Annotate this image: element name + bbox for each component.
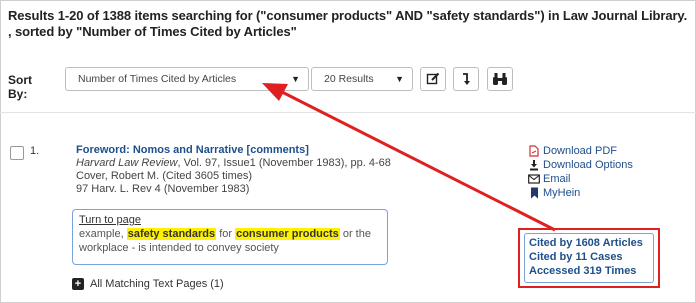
search-snippet: Turn to page example, safety standards f…	[72, 209, 388, 265]
cited-by-articles-link[interactable]: Cited by 1608 Articles	[529, 236, 649, 250]
cited-by-cases-link[interactable]: Cited by 11 Cases	[529, 250, 649, 264]
result-author: Cover, Robert M. (Cited 3605 times)	[76, 170, 253, 182]
download-pdf-link[interactable]: Download PDF	[527, 144, 633, 158]
find-button[interactable]	[487, 67, 513, 91]
sort-by-label: Sort By:	[8, 73, 32, 101]
download-icon	[527, 159, 541, 171]
snippet-text-pre: example,	[79, 228, 127, 240]
results-header: Results 1-20 of 1388 items searching for…	[8, 8, 688, 39]
sort-order-icon	[463, 73, 470, 85]
result-number: 1.	[30, 145, 40, 157]
turn-to-page-link[interactable]: Turn to page	[79, 214, 141, 226]
sort-order-button[interactable]	[453, 67, 479, 91]
result-item: Foreword: Nomos and Narrative [comments]…	[76, 144, 416, 196]
download-options-link[interactable]: Download Options	[527, 158, 633, 172]
journal-name: Harvard Law Review	[76, 157, 178, 169]
binoculars-icon	[493, 73, 507, 85]
result-citation: 97 Harv. L. Rev 4 (November 1983)	[76, 183, 250, 195]
snippet-text-mid: for	[216, 228, 236, 240]
edit-icon	[426, 72, 440, 85]
myhein-link[interactable]: MyHein	[527, 186, 633, 200]
divider	[0, 112, 696, 113]
result-journal: Harvard Law Review, Vol. 97, Issue1 (Nov…	[76, 157, 416, 170]
download-pdf-label: Download PDF	[543, 145, 617, 157]
download-options-label: Download Options	[543, 159, 633, 171]
email-link[interactable]: Email	[527, 172, 633, 186]
plus-icon: +	[72, 278, 84, 290]
highlight-consumer-products: consumer products	[235, 228, 340, 240]
select-result-checkbox[interactable]	[10, 146, 24, 160]
all-matching-pages-label: All Matching Text Pages (1)	[90, 278, 224, 290]
myhein-label: MyHein	[543, 187, 581, 199]
pdf-icon	[527, 145, 541, 157]
sort-select[interactable]: Number of Times Cited by Articles ▼	[65, 67, 309, 91]
journal-details: , Vol. 97, Issue1 (November 1983), pp. 4…	[177, 157, 391, 169]
results-per-page-select[interactable]: 20 Results ▼	[311, 67, 413, 91]
annotation-highlight-box: Cited by 1608 Articles Cited by 11 Cases…	[518, 228, 660, 288]
sort-select-value: Number of Times Cited by Articles	[78, 73, 237, 85]
citation-counts: Cited by 1608 Articles Cited by 11 Cases…	[524, 233, 654, 283]
chevron-down-icon: ▼	[291, 74, 300, 84]
envelope-icon	[527, 174, 541, 184]
results-per-page-value: 20 Results	[324, 73, 374, 85]
email-label: Email	[543, 173, 571, 185]
bookmark-icon	[527, 187, 541, 199]
result-title-link[interactable]: Foreword: Nomos and Narrative [comments]	[76, 144, 416, 157]
edit-button[interactable]	[420, 67, 446, 91]
highlight-safety-standards: safety standards	[126, 228, 217, 240]
accessed-count: Accessed 319 Times	[529, 265, 637, 277]
chevron-down-icon: ▼	[395, 74, 404, 84]
all-matching-pages-link[interactable]: + All Matching Text Pages (1)	[72, 278, 224, 290]
result-actions: Download PDF Download Options Email MyHe…	[527, 144, 633, 200]
